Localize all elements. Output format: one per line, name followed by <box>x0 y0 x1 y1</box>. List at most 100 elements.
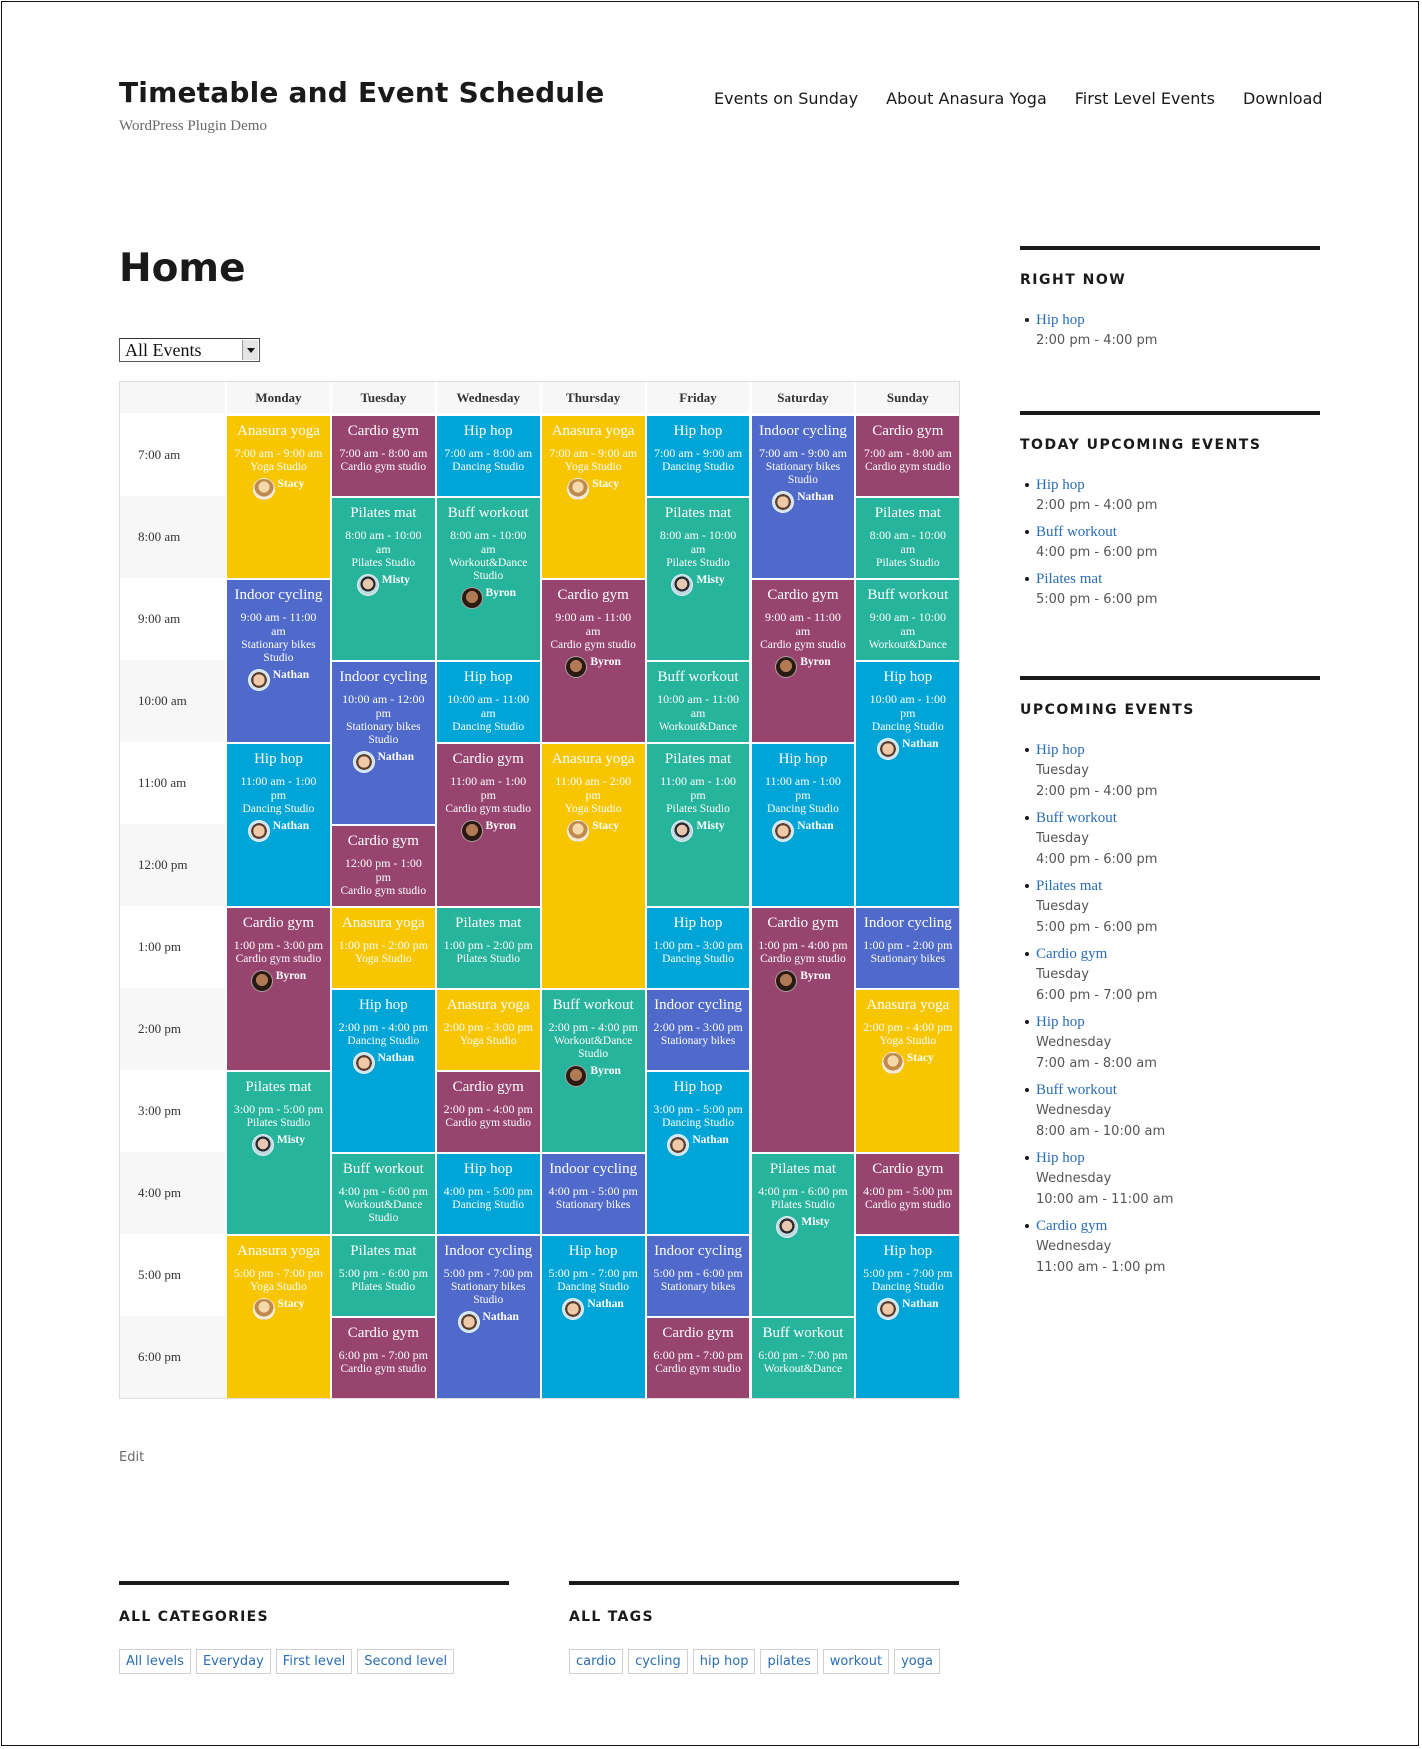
category-first-level[interactable]: First level <box>275 1649 353 1674</box>
site-title[interactable]: Timetable and Event Schedule <box>119 76 604 109</box>
event-title[interactable]: Hip hop <box>542 1242 645 1260</box>
event-link[interactable]: Buff workout <box>1036 522 1320 542</box>
event-block[interactable]: Buff workout 8:00 am - 10:00 am Workout&Da… <box>436 498 540 660</box>
category-all-levels[interactable]: All levels <box>119 1649 191 1674</box>
event-title[interactable]: Hip hop <box>332 996 435 1014</box>
event-block[interactable]: Cardio gym 11:00 am - 1:00 pm Cardio gym s… <box>436 744 540 906</box>
event-title[interactable]: Hip hop <box>647 914 750 932</box>
event-title[interactable]: Indoor cycling <box>437 1242 540 1260</box>
event-block[interactable]: Cardio gym 6:00 pm - 7:00 pm Cardio gym st… <box>331 1318 435 1398</box>
event-block[interactable]: Indoor cycling 1:00 pm - 2:00 pm Stationar… <box>856 908 960 988</box>
event-title[interactable]: Hip hop <box>647 1078 750 1096</box>
event-block[interactable]: Hip hop 10:00 am - 11:00 am Dancing Studio <box>436 662 540 742</box>
event-block[interactable]: Hip hop 5:00 pm - 7:00 pm Dancing Studio Na… <box>856 1236 960 1398</box>
event-block[interactable]: Indoor cycling 5:00 pm - 6:00 pm Stationar… <box>646 1236 750 1316</box>
event-link[interactable]: Cardio gym <box>1036 944 1320 964</box>
event-title[interactable]: Indoor cycling <box>332 668 435 686</box>
event-title[interactable]: Pilates mat <box>752 1160 855 1178</box>
event-link[interactable]: Hip hop <box>1036 310 1320 330</box>
event-title[interactable]: Hip hop <box>752 750 855 768</box>
event-title[interactable]: Anasura yoga <box>542 422 645 440</box>
tag-cycling[interactable]: cycling <box>628 1649 688 1674</box>
event-block[interactable]: Indoor cycling 4:00 pm - 5:00 pm Stationar… <box>541 1154 645 1234</box>
event-block[interactable]: Pilates mat 8:00 am - 10:00 am Pilates Stu… <box>331 498 435 660</box>
event-block[interactable]: Pilates mat 11:00 am - 1:00 pm Pilates Stu… <box>646 744 750 906</box>
event-title[interactable]: Cardio gym <box>647 1324 750 1342</box>
event-title[interactable]: Pilates mat <box>332 1242 435 1260</box>
event-block[interactable]: Pilates mat 1:00 pm - 2:00 pm Pilates Stud… <box>436 908 540 988</box>
tag-pilates[interactable]: pilates <box>760 1649 818 1674</box>
event-title[interactable]: Hip hop <box>437 668 540 686</box>
category-everyday[interactable]: Everyday <box>195 1649 271 1674</box>
event-block[interactable]: Anasura yoga 1:00 pm - 2:00 pm Yoga Studio <box>331 908 435 988</box>
event-title[interactable]: Pilates mat <box>647 750 750 768</box>
event-block[interactable]: Cardio gym 9:00 am - 11:00 am Cardio gym s… <box>541 580 645 742</box>
event-block[interactable]: Anasura yoga 11:00 am - 2:00 pm Yoga Studi… <box>541 744 645 988</box>
event-title[interactable]: Hip hop <box>437 422 540 440</box>
chevron-down-icon[interactable] <box>242 340 258 360</box>
event-block[interactable]: Cardio gym 2:00 pm - 4:00 pm Cardio gym st… <box>436 1072 540 1152</box>
event-block[interactable]: Cardio gym 9:00 am - 11:00 am Cardio gym s… <box>751 580 855 742</box>
event-block[interactable]: Anasura yoga 2:00 pm - 4:00 pm Yoga Studio… <box>856 990 960 1152</box>
event-block[interactable]: Anasura yoga 2:00 pm - 3:00 pm Yoga Studio <box>436 990 540 1070</box>
event-block[interactable]: Hip hop 3:00 pm - 5:00 pm Dancing Studio Na… <box>646 1072 750 1234</box>
event-title[interactable]: Anasura yoga <box>227 1242 330 1260</box>
nav-about-anasura-yoga[interactable]: About Anasura Yoga <box>886 89 1047 108</box>
event-link[interactable]: Hip hop <box>1036 740 1320 760</box>
event-title[interactable]: Indoor cycling <box>647 1242 750 1260</box>
event-block[interactable]: Cardio gym 1:00 pm - 4:00 pm Cardio gym st… <box>751 908 855 1152</box>
category-second-level[interactable]: Second level <box>357 1649 455 1674</box>
event-title[interactable]: Indoor cycling <box>227 586 330 604</box>
event-title[interactable]: Buff workout <box>542 996 645 1014</box>
event-block[interactable]: Buff workout 9:00 am - 10:00 am Workout&Da… <box>856 580 960 660</box>
event-title[interactable]: Cardio gym <box>752 586 855 604</box>
event-title[interactable]: Cardio gym <box>332 832 435 850</box>
event-block[interactable]: Hip hop 7:00 am - 8:00 am Dancing Studio <box>436 416 540 496</box>
event-title[interactable]: Anasura yoga <box>856 996 959 1014</box>
event-title[interactable]: Hip hop <box>856 668 959 686</box>
event-block[interactable]: Anasura yoga 7:00 am - 9:00 am Yoga Studio… <box>541 416 645 578</box>
event-title[interactable]: Indoor cycling <box>542 1160 645 1178</box>
event-title[interactable]: Cardio gym <box>227 914 330 932</box>
event-title[interactable]: Buff workout <box>332 1160 435 1178</box>
nav-download[interactable]: Download <box>1243 89 1323 108</box>
event-block[interactable]: Anasura yoga 7:00 am - 9:00 am Yoga Studio… <box>227 416 330 578</box>
event-block[interactable]: Hip hop 11:00 am - 1:00 pm Dancing Studio N… <box>751 744 855 906</box>
event-block[interactable]: Hip hop 1:00 pm - 3:00 pm Dancing Studio <box>646 908 750 988</box>
event-block[interactable]: Cardio gym 7:00 am - 8:00 am Cardio gym st… <box>856 416 960 496</box>
event-block[interactable]: Cardio gym 12:00 pm - 1:00 pm Cardio gym s… <box>331 826 435 906</box>
event-title[interactable]: Cardio gym <box>856 422 959 440</box>
event-block[interactable]: Hip hop 7:00 am - 9:00 am Dancing Studio <box>646 416 750 496</box>
event-title[interactable]: Cardio gym <box>437 1078 540 1096</box>
event-title[interactable]: Anasura yoga <box>437 996 540 1014</box>
event-block[interactable]: Indoor cycling 7:00 am - 9:00 am Stationar… <box>751 416 855 578</box>
event-title[interactable]: Indoor cycling <box>647 996 750 1014</box>
event-block[interactable]: Pilates mat 8:00 am - 10:00 am Pilates Stu… <box>646 498 750 660</box>
tag-cardio[interactable]: cardio <box>569 1649 624 1674</box>
event-block[interactable]: Buff workout 6:00 pm - 7:00 pm Workout&Dan… <box>751 1318 855 1398</box>
event-block[interactable]: Hip hop 2:00 pm - 4:00 pm Dancing Studio Na… <box>331 990 435 1152</box>
nav-first-level-events[interactable]: First Level Events <box>1075 89 1215 108</box>
event-block[interactable]: Cardio gym 1:00 pm - 3:00 pm Cardio gym st… <box>227 908 330 1070</box>
event-title[interactable]: Cardio gym <box>332 1324 435 1342</box>
nav-events-on-sunday[interactable]: Events on Sunday <box>714 89 858 108</box>
event-title[interactable]: Hip hop <box>647 422 750 440</box>
event-title[interactable]: Cardio gym <box>332 422 435 440</box>
event-title[interactable]: Anasura yoga <box>542 750 645 768</box>
event-block[interactable]: Indoor cycling 10:00 am - 12:00 pm Station… <box>331 662 435 824</box>
event-title[interactable]: Cardio gym <box>752 914 855 932</box>
event-link[interactable]: Hip hop <box>1036 1012 1320 1032</box>
event-link[interactable]: Buff workout <box>1036 808 1320 828</box>
event-block[interactable]: Buff workout 4:00 pm - 6:00 pm Workout&Dan… <box>331 1154 435 1234</box>
event-link[interactable]: Buff workout <box>1036 1080 1320 1100</box>
event-link[interactable]: Pilates mat <box>1036 569 1320 589</box>
event-title[interactable]: Indoor cycling <box>856 914 959 932</box>
event-block[interactable]: Cardio gym 7:00 am - 8:00 am Cardio gym st… <box>331 416 435 496</box>
event-block[interactable]: Pilates mat 4:00 pm - 6:00 pm Pilates Stud… <box>751 1154 855 1316</box>
event-title[interactable]: Cardio gym <box>856 1160 959 1178</box>
event-title[interactable]: Cardio gym <box>437 750 540 768</box>
event-title[interactable]: Anasura yoga <box>227 422 330 440</box>
event-block[interactable]: Hip hop 4:00 pm - 5:00 pm Dancing Studio <box>436 1154 540 1234</box>
event-link[interactable]: Cardio gym <box>1036 1216 1320 1236</box>
event-title[interactable]: Pilates mat <box>437 914 540 932</box>
